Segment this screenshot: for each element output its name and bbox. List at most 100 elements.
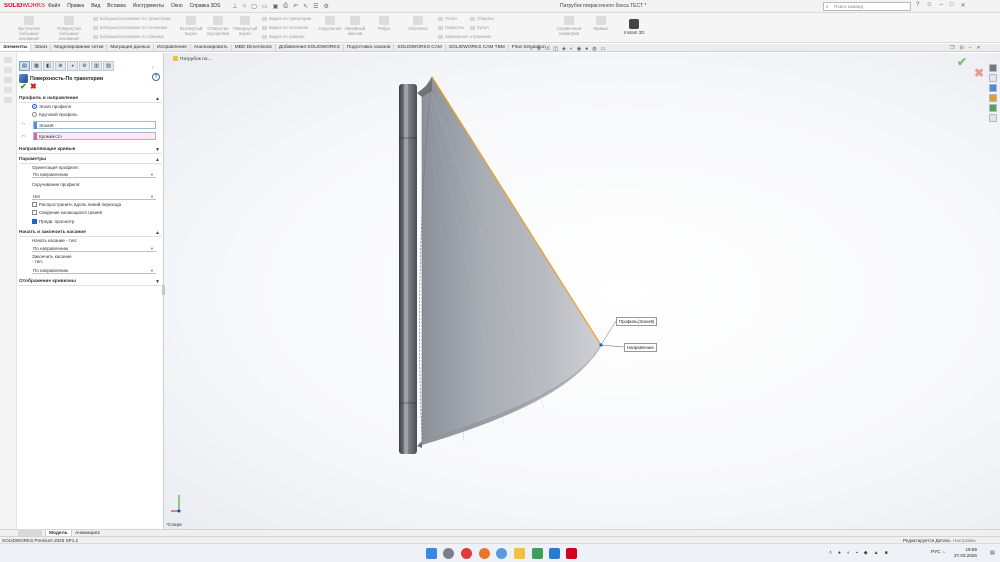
- appearance-icon[interactable]: ●: [585, 46, 588, 52]
- tab-features[interactable]: Элементы: [0, 44, 32, 51]
- section-profile-path[interactable]: Профиль и направление ▲: [19, 95, 162, 103]
- end-tangency-dropdown[interactable]: По направлению ▼: [32, 267, 156, 274]
- intersect-button[interactable]: Пересечь: [438, 25, 464, 30]
- search-taskbar-icon[interactable]: [443, 548, 454, 559]
- curves-button[interactable]: Кривые: [588, 16, 614, 31]
- menu-tools[interactable]: Инструменты: [133, 3, 164, 9]
- chevron-up-icon[interactable]: ˄: [829, 550, 832, 556]
- home-icon[interactable]: ⌂: [243, 3, 247, 10]
- cam-tab-icon[interactable]: ⚙: [79, 61, 90, 71]
- checkbox-propagate[interactable]: Распространить вдоль линий перехода: [32, 202, 121, 208]
- tab-addins[interactable]: Добавления SOLIDWORKS: [276, 44, 344, 51]
- solidworks-taskbar-icon[interactable]: [566, 548, 577, 559]
- cam-tree-tab-icon[interactable]: ▥: [91, 61, 102, 71]
- tray-app-icon-2[interactable]: ◐: [847, 550, 850, 556]
- fillet-button[interactable]: Скругление: [318, 16, 342, 31]
- display-manager-tab-icon[interactable]: ◕: [67, 61, 78, 71]
- tab-mbd-dimensions[interactable]: MBD Dimensions: [232, 44, 276, 51]
- vivaldi-icon[interactable]: [461, 548, 472, 559]
- doc-minimize-icon[interactable]: –: [969, 45, 972, 51]
- tile-icon[interactable]: ⊟: [959, 45, 963, 51]
- tab-sketch[interactable]: Эскиз: [31, 44, 52, 51]
- swept-cut-button[interactable]: Вырез по траектории: [262, 16, 311, 21]
- tray-app-icon-4[interactable]: ◆: [864, 550, 868, 556]
- zoom-fit-icon[interactable]: ⌕: [530, 46, 533, 52]
- extruded-boss-button[interactable]: Вытянутая бобышка/основание: [10, 16, 48, 41]
- strip-icon-4[interactable]: [4, 87, 12, 93]
- radio-sketch-profile[interactable]: Эскиз профиля: [32, 104, 71, 110]
- configuration-manager-tab-icon[interactable]: ◧: [43, 61, 54, 71]
- tray-app-icon-5[interactable]: ▲: [874, 550, 879, 556]
- callout-path[interactable]: Направление: [624, 343, 657, 352]
- callout-profile[interactable]: Профиль(Эскиз9): [616, 317, 658, 326]
- cancel-button[interactable]: ✖: [30, 82, 37, 91]
- feature-manager-tab-icon[interactable]: ▤: [19, 61, 30, 71]
- restore-icon[interactable]: ❐: [950, 45, 954, 51]
- shell-button[interactable]: Оболочка: [404, 16, 432, 31]
- custom-properties-tab-icon[interactable]: [989, 114, 997, 122]
- save-icon[interactable]: ▣: [273, 3, 279, 10]
- dimxpert-tab-icon[interactable]: ⊕: [55, 61, 66, 71]
- graphics-area[interactable]: Профиль(Эскиз9) Направление: [164, 53, 1000, 529]
- resources-tab-icon[interactable]: [989, 74, 997, 82]
- menu-insert[interactable]: Вставка: [107, 3, 126, 9]
- notification-icon[interactable]: ▤: [990, 550, 995, 556]
- strip-icon-1[interactable]: [4, 57, 12, 63]
- revolved-cut-button[interactable]: Повернутый вырез: [232, 16, 258, 36]
- flow-tab-icon[interactable]: ▧: [103, 61, 114, 71]
- section-options[interactable]: Параметры ▲: [19, 156, 162, 164]
- radio-circular-profile[interactable]: Круговой профиль: [32, 112, 78, 118]
- swept-boss-button[interactable]: Бобышка/основание по траектории: [93, 16, 171, 21]
- checkbox-preview[interactable]: Предв. просмотр: [32, 219, 74, 225]
- previous-view-icon[interactable]: ↺: [545, 46, 549, 52]
- home-tab-icon[interactable]: [989, 64, 997, 72]
- tray-app-icon-1[interactable]: ●: [838, 550, 841, 556]
- revolved-boss-button[interactable]: Повернутая бобышка/основание: [50, 16, 88, 41]
- clock[interactable]: 19:56 27.03.2026: [954, 547, 977, 559]
- search-input[interactable]: ⌕ Поиск команд: [823, 2, 911, 11]
- more-tabs-icon[interactable]: ›: [152, 65, 154, 71]
- strip-icon-5[interactable]: [4, 97, 12, 103]
- menu-edit[interactable]: Правка: [67, 3, 84, 9]
- app-icon-b[interactable]: [549, 548, 560, 559]
- reference-geometry-button[interactable]: Справочная геометрия: [555, 16, 583, 36]
- help-icon[interactable]: ?: [916, 2, 919, 9]
- open-file-icon[interactable]: ▭: [262, 3, 268, 10]
- linear-pattern-button[interactable]: Линейный массив: [343, 16, 367, 36]
- strip-icon-2[interactable]: [4, 67, 12, 73]
- tab-evaluate[interactable]: Анализировать: [191, 44, 232, 51]
- dome-button[interactable]: Купол: [470, 25, 489, 30]
- draft-button[interactable]: Уклон: [438, 16, 457, 21]
- print-icon[interactable]: ⎙: [283, 3, 288, 10]
- hide-show-icon[interactable]: ◉: [577, 46, 581, 52]
- appearances-tab-icon[interactable]: [989, 104, 997, 112]
- tab-scroll-arrows[interactable]: [18, 529, 42, 536]
- tab-repair[interactable]: Исправление: [154, 44, 191, 51]
- boundary-cut-button[interactable]: Вырез по границе: [262, 34, 305, 39]
- tray-app-icon-3[interactable]: ▪: [856, 550, 858, 556]
- tray-app-icon-6[interactable]: ■: [885, 550, 888, 556]
- user-icon[interactable]: ☺: [926, 2, 932, 9]
- view-settings-icon[interactable]: ▭: [601, 46, 606, 52]
- twist-dropdown[interactable]: Нет ▼: [32, 193, 156, 200]
- tab-sketch-ink[interactable]: Подготовка эскизов: [344, 44, 395, 51]
- options-icon[interactable]: ⚙: [324, 3, 329, 10]
- section-view-icon[interactable]: ◫: [553, 46, 558, 52]
- boundary-boss-button[interactable]: Бобышка/основание по границе: [93, 34, 164, 39]
- file-explorer-icon[interactable]: [514, 548, 525, 559]
- tab-cam-tbm[interactable]: SOLIDWORKS CAM TBM: [446, 44, 509, 51]
- mirror-button[interactable]: Зеркальное отражение: [438, 34, 491, 39]
- close-icon[interactable]: ✕: [960, 2, 965, 9]
- profile-selection-box[interactable]: Эскиз9: [33, 121, 156, 129]
- pin-icon[interactable]: ⊥: [232, 3, 237, 10]
- section-guide-curves[interactable]: Направляющие кривые ▼: [19, 146, 162, 154]
- section-curvature-display[interactable]: Отображение кривизны ▼: [19, 278, 162, 286]
- design-library-tab-icon[interactable]: [989, 84, 997, 92]
- lofted-cut-button[interactable]: Вырез по сечениям: [262, 25, 308, 30]
- select-icon[interactable]: ↖: [303, 3, 308, 10]
- path-selection-box[interactable]: Кромка<1>: [33, 132, 156, 140]
- menu-view[interactable]: Вид: [91, 3, 100, 9]
- view-orientation-icon[interactable]: ◈: [562, 46, 566, 52]
- app-icon-a[interactable]: [532, 548, 543, 559]
- menu-help[interactable]: Справка 3DS: [190, 3, 221, 9]
